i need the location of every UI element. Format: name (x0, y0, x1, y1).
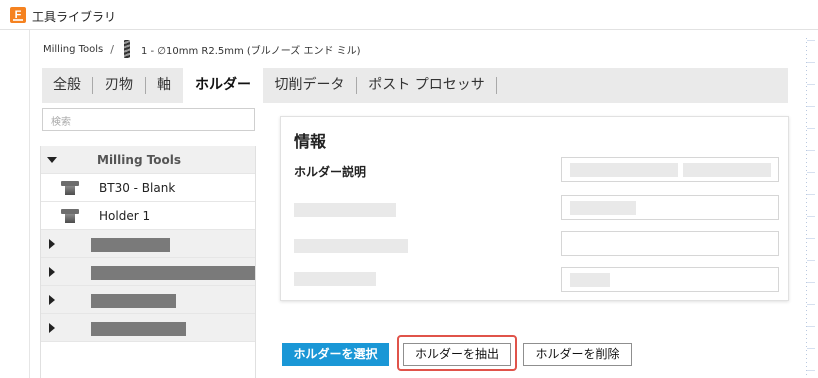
caret-down-icon[interactable] (47, 157, 57, 163)
tab-divider (496, 77, 497, 94)
tree-item-holder-1[interactable]: Holder 1 (41, 202, 255, 230)
holder-icon (61, 181, 79, 195)
panel-left-edge (29, 30, 30, 378)
ruler-ticks (807, 40, 815, 378)
tab-blade[interactable]: 刃物 (93, 68, 145, 103)
select-holder-button[interactable]: ホルダーを選択 (282, 343, 389, 366)
redacted-label (91, 294, 176, 308)
caret-right-icon[interactable] (49, 239, 55, 249)
tree-group-collapsed[interactable] (41, 314, 255, 342)
window-title: 工具ライブラリ (32, 10, 117, 24)
tab-cutting-data[interactable]: 切削データ (263, 68, 356, 103)
redacted-label (91, 322, 186, 336)
redacted-label (91, 266, 255, 280)
caret-right-icon[interactable] (49, 323, 55, 333)
breadcrumb-tool: 1 - ∅10mm R2.5mm (ブルノーズ エンド ミル) (140, 45, 361, 57)
holder-icon (61, 209, 79, 223)
app-logo-icon: F (10, 7, 26, 23)
tree-item-bt30-blank[interactable]: BT30 - Blank (41, 174, 255, 202)
field-label-placeholder (294, 239, 408, 253)
tab-shaft[interactable]: 軸 (146, 68, 182, 103)
tab-post-processor[interactable]: ポスト プロセッサ (357, 68, 496, 103)
value-placeholder (570, 273, 610, 287)
search-input[interactable]: 検索 (42, 108, 255, 131)
field-label-placeholder (294, 203, 396, 217)
tree-group-label: Milling Tools (97, 153, 182, 167)
title-bar: F 工具ライブラリ (0, 0, 818, 30)
holder-tree: Milling Tools BT30 - Blank Holder 1 (40, 146, 256, 378)
caret-right-icon[interactable] (49, 295, 55, 305)
info-card: 情報 ホルダー説明 (280, 116, 789, 301)
tab-bar: 全般 刃物 軸 ホルダー 切削データ ポスト プロセッサ (42, 68, 788, 103)
extract-holder-button[interactable]: ホルダーを抽出 (403, 343, 511, 366)
tab-general[interactable]: 全般 (42, 68, 92, 103)
end-mill-icon (123, 40, 131, 58)
holder-description-field[interactable] (561, 157, 779, 182)
caret-right-icon[interactable] (49, 267, 55, 277)
tree-item-label: Holder 1 (99, 209, 151, 223)
breadcrumb-root[interactable]: Milling Tools (43, 44, 103, 55)
info-field[interactable] (561, 195, 779, 220)
value-placeholder (570, 163, 678, 177)
breadcrumb-separator: / (110, 42, 114, 56)
delete-holder-button[interactable]: ホルダーを削除 (523, 343, 632, 366)
info-field[interactable] (561, 267, 779, 292)
tree-item-label: BT30 - Blank (99, 181, 176, 195)
breadcrumb: Milling Tools / 1 - ∅10mm R2.5mm (ブルノーズ … (43, 40, 361, 58)
tree-group-milling-tools[interactable]: Milling Tools (41, 146, 255, 174)
tree-group-collapsed[interactable] (41, 286, 255, 314)
holder-description-label: ホルダー説明 (294, 165, 367, 179)
info-title: 情報 (294, 132, 327, 151)
info-field[interactable] (561, 231, 779, 256)
tab-holder[interactable]: ホルダー (183, 68, 263, 103)
redacted-label (91, 238, 170, 252)
value-placeholder (683, 163, 771, 177)
value-placeholder (570, 201, 636, 215)
tree-group-collapsed[interactable] (41, 258, 255, 286)
tree-group-collapsed[interactable] (41, 230, 255, 258)
field-label-placeholder (294, 272, 376, 286)
